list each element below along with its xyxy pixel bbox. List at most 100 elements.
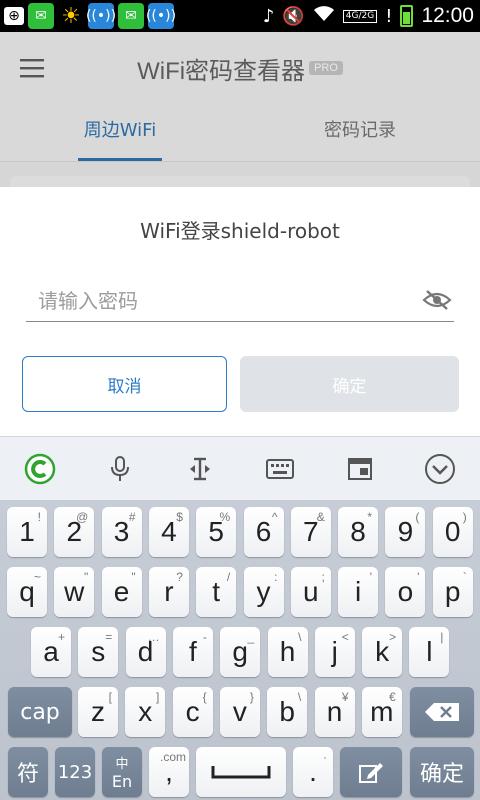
key-z[interactable]: z[ [78, 687, 118, 737]
enter-label: 确定 [419, 762, 464, 787]
soft-keyboard: 1! 2 @3 #4 $5% 6 ^ 7 & 8 * 9(0) q ~ w " e " r? t / y: u; i ' o ' p `… [0, 500, 480, 800]
key-4[interactable]: 4 $ [148, 507, 189, 557]
key-alt-label: | [440, 630, 444, 644]
comma-key[interactable]: .com, [149, 747, 189, 797]
key-alt-label: ? [176, 570, 183, 584]
period-alt-label: · [323, 750, 327, 764]
key-u[interactable]: u; [290, 567, 331, 617]
tab-password-records[interactable]: 密码记录 [240, 104, 480, 161]
lang-top-label: 中 [115, 757, 129, 772]
wechat-icon: ✉ [28, 3, 54, 29]
network-type: 4G/2G [342, 9, 378, 23]
enter-key[interactable]: 确定 [410, 747, 474, 797]
key-label: y [256, 576, 271, 607]
key-alt-label: \ [298, 630, 302, 644]
tab-nearby-wifi[interactable]: 周边WiFi [0, 104, 240, 161]
key-5[interactable]: 5% [196, 507, 237, 557]
key-r[interactable]: r? [148, 567, 189, 617]
key-8[interactable]: 8 * [338, 507, 379, 557]
key-d[interactable]: d… [125, 627, 166, 677]
key-j[interactable]: j < [314, 627, 355, 677]
key-l[interactable]: l | [409, 627, 450, 677]
symbols-key[interactable]: 符 [8, 747, 48, 797]
key-p[interactable]: p ` [432, 567, 473, 617]
caps-lock-key[interactable]: cap [8, 687, 72, 737]
key-label: c [185, 696, 200, 727]
keyboard-icon[interactable] [260, 449, 300, 489]
language-key[interactable]: 中 En [102, 747, 142, 797]
key-e[interactable]: e " [101, 567, 142, 617]
key-7[interactable]: 7 & [290, 507, 331, 557]
add-icon: ⊕ [4, 7, 24, 25]
key-k[interactable]: k > [362, 627, 403, 677]
key-alt-label: \ [297, 690, 302, 704]
key-0[interactable]: 0) [432, 507, 473, 557]
key-alt-label: { [202, 690, 207, 704]
cootek-logo-icon[interactable] [20, 449, 60, 489]
key-w[interactable]: w " [54, 567, 95, 617]
key-q[interactable]: q ~ [7, 567, 47, 617]
key-y[interactable]: y: [243, 567, 284, 617]
key-t[interactable]: t / [196, 567, 237, 617]
key-6[interactable]: 6 ^ [243, 507, 284, 557]
key-label: x [138, 696, 153, 727]
wifi-tool-icon: ((•)) [146, 3, 176, 29]
key-f[interactable]: f- [172, 627, 213, 677]
backspace-key[interactable] [410, 687, 474, 737]
key-label: g [232, 636, 248, 667]
key-alt-label: * [367, 510, 373, 524]
clock: 12:00 [421, 4, 474, 27]
window-icon[interactable] [340, 449, 380, 489]
key-label: t [212, 576, 221, 607]
cursor-icon[interactable] [180, 449, 220, 489]
key-alt-label: # [128, 510, 136, 524]
key-alt-label: = [105, 630, 113, 644]
key-label: 3 [113, 516, 130, 547]
key-9[interactable]: 9( [385, 507, 426, 557]
key-g[interactable]: g _ [220, 627, 261, 677]
dialog-title: WiFi登录shield-robot [140, 219, 340, 243]
wifi-tool-icon: ((•)) [86, 3, 116, 29]
key-alt-label: ( [415, 510, 420, 524]
key-alt-label: ' [369, 570, 373, 584]
key-label: h [279, 636, 296, 667]
key-a[interactable]: a + [31, 627, 71, 677]
key-label: v [232, 696, 247, 727]
key-label: r [164, 576, 174, 607]
key-alt-label: $ [176, 510, 183, 524]
numbers-key[interactable]: 123 [55, 747, 95, 797]
microphone-icon[interactable] [100, 449, 140, 489]
space-key[interactable] [196, 747, 286, 797]
key-1[interactable]: 1! [7, 507, 47, 557]
password-input[interactable] [38, 282, 418, 320]
key-label: b [279, 696, 295, 727]
key-h[interactable]: h \ [267, 627, 308, 677]
key-label: q [19, 576, 35, 607]
key-alt-label: ! [37, 510, 41, 524]
key-alt-label: ^ [271, 510, 278, 524]
key-alt-label: + [57, 630, 65, 644]
key-i[interactable]: i ' [338, 567, 379, 617]
key-c[interactable]: c{ [172, 687, 213, 737]
key-s[interactable]: s = [78, 627, 119, 677]
key-b[interactable]: b \ [267, 687, 308, 737]
key-m[interactable]: m € [361, 687, 402, 737]
key-v[interactable]: v} [219, 687, 260, 737]
edit-icon [359, 763, 383, 783]
alert-icon: ! [385, 5, 393, 27]
period-key[interactable]: ·. [293, 747, 333, 797]
key-3[interactable]: 3 # [101, 507, 142, 557]
cancel-button[interactable]: 取消 [22, 356, 227, 412]
toggle-visibility-icon[interactable] [422, 288, 452, 312]
key-alt-label: - [202, 630, 207, 644]
key-o[interactable]: o ' [385, 567, 426, 617]
confirm-button[interactable]: 确定 [240, 356, 459, 412]
symbols-label: 符 [16, 762, 39, 787]
key-alt-label: " [131, 570, 136, 584]
key-x[interactable]: x] [125, 687, 166, 737]
key-label: e [113, 576, 130, 607]
key-n[interactable]: n ¥ [314, 687, 355, 737]
key-2[interactable]: 2 @ [54, 507, 95, 557]
collapse-icon[interactable] [420, 449, 460, 489]
edit-key[interactable] [340, 747, 402, 797]
